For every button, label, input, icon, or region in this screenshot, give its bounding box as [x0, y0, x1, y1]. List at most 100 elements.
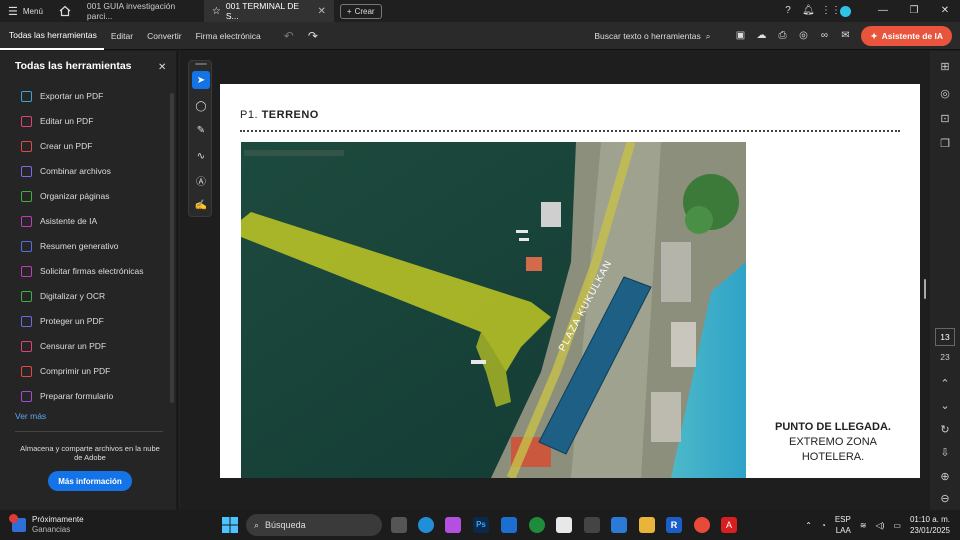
app2-icon[interactable] — [584, 517, 600, 533]
chevron-up-icon[interactable]: ⌃ — [805, 521, 812, 530]
taskbar-search[interactable]: ⌕ Búsqueda — [246, 514, 382, 536]
zoom-in-icon[interactable]: ⊕ — [939, 471, 951, 483]
clock[interactable]: 01:10 a. m. 23/01/2025 — [910, 514, 950, 536]
text-tool-icon[interactable]: Ⓐ — [192, 171, 210, 189]
close-tab-icon[interactable]: ✕ — [318, 6, 326, 17]
language-indicator[interactable]: ESP LAA — [835, 514, 851, 536]
app-icon[interactable] — [501, 517, 517, 533]
add-comment-icon[interactable]: ⊞ — [939, 61, 951, 73]
tab-all-tools[interactable]: Todas las herramientas — [0, 22, 104, 50]
tab-edit[interactable]: Editar — [104, 22, 140, 50]
acrobat-icon[interactable]: A — [721, 517, 737, 533]
new-tab-button[interactable]: + Crear — [339, 3, 382, 19]
tool-item[interactable]: Combinar archivos — [21, 164, 111, 178]
tool-item[interactable]: Resumen generativo — [21, 239, 118, 253]
tool-icon — [21, 90, 32, 102]
network-status-icon[interactable]: ◔ — [821, 521, 826, 530]
tab-guia[interactable]: 001 GUIA investigación parci... — [79, 0, 204, 22]
search-tools[interactable]: Buscar texto o herramientas ⌕ — [594, 31, 710, 42]
pen-tool-icon[interactable]: ✎ — [192, 121, 210, 139]
store-icon[interactable] — [556, 517, 572, 533]
zoom-out-icon[interactable]: ⊖ — [939, 493, 951, 505]
tool-item[interactable]: Organizar páginas — [21, 189, 109, 203]
upload-cloud-icon[interactable]: ☁ — [756, 31, 766, 41]
tool-item[interactable]: Asistente de IA — [21, 214, 97, 228]
chrome-icon[interactable] — [694, 517, 710, 533]
widget-subtitle: Ganancias — [32, 525, 71, 534]
print-icon[interactable]: ⎙ — [777, 31, 787, 41]
app3-icon[interactable] — [611, 517, 627, 533]
tab-esign[interactable]: Firma electrónica — [189, 22, 268, 50]
panel-scrollbar[interactable] — [170, 93, 174, 403]
comment-tool-icon[interactable]: ◯ — [192, 97, 210, 115]
widgets-button[interactable]: Próximamente Ganancias — [9, 514, 84, 535]
pages-icon[interactable]: ❐ — [939, 138, 951, 150]
close-panel-icon[interactable]: ✕ — [158, 62, 166, 73]
tool-item[interactable]: Editar un PDF — [21, 114, 93, 128]
account-avatar[interactable] — [840, 5, 851, 17]
tool-icon — [21, 215, 32, 227]
edge-icon[interactable] — [418, 517, 434, 533]
volume-icon[interactable]: ◁) — [876, 521, 885, 530]
maximize-icon[interactable]: ❐ — [909, 6, 919, 16]
wifi-icon[interactable]: ≋ — [860, 521, 867, 530]
bookmark-icon[interactable]: ⊡ — [939, 113, 951, 125]
tool-item[interactable]: Proteger un PDF — [21, 314, 104, 328]
undo-icon[interactable]: ↶ — [284, 29, 294, 43]
total-pages: 23 — [940, 352, 950, 362]
chevron-up-icon[interactable]: ⌃ — [939, 378, 951, 390]
home-tab[interactable] — [51, 0, 79, 22]
sign-tool-icon[interactable]: ✍ — [192, 196, 210, 214]
tool-item[interactable]: Exportar un PDF — [21, 89, 103, 103]
select-tool-icon[interactable]: ➤ — [192, 71, 210, 89]
redo-icon[interactable]: ↷ — [308, 29, 318, 43]
share-person-icon[interactable]: ◎ — [798, 31, 808, 41]
minimize-icon[interactable]: — — [878, 6, 888, 16]
doc-scrollbar[interactable] — [924, 279, 926, 299]
save-icon[interactable]: ▣ — [735, 31, 745, 41]
drag-handle[interactable] — [195, 63, 207, 65]
chevron-down-icon[interactable]: ⌄ — [939, 400, 951, 412]
bell-icon[interactable]: 🔔︎ — [802, 6, 815, 16]
tab-convert[interactable]: Convertir — [140, 22, 188, 50]
tool-item-label: Comprimir un PDF — [40, 366, 111, 376]
close-window-icon[interactable]: ✕ — [940, 6, 950, 16]
more-info-button[interactable]: Más información — [48, 471, 132, 491]
tool-icon — [21, 365, 32, 377]
windows-start-icon[interactable] — [222, 517, 238, 533]
widget-title: Próximamente — [32, 515, 84, 524]
battery-icon[interactable]: ▭ — [893, 521, 901, 530]
task-view-icon[interactable] — [391, 517, 407, 533]
menu-label: Menú — [22, 6, 43, 16]
tool-item[interactable]: Crear un PDF — [21, 139, 92, 153]
help-icon[interactable]: ? — [783, 6, 793, 16]
rotate-icon[interactable]: ↻ — [939, 424, 951, 436]
mail-icon[interactable]: ✉ — [840, 31, 850, 41]
tool-icon — [21, 340, 32, 352]
clock-time: 01:10 a. m. — [909, 515, 950, 524]
ai-assistant-button[interactable]: ✦ Asistente de IA — [861, 26, 952, 46]
revit-icon[interactable]: R — [666, 517, 682, 533]
tab-terminal[interactable]: ☆ 001 TERMINAL DE S... ✕ — [203, 0, 334, 22]
apps-grid-icon[interactable]: ⋮⋮ — [821, 6, 841, 16]
tool-icon — [21, 190, 32, 202]
tool-item[interactable]: Digitalizar y OCR — [21, 289, 105, 303]
tool-item[interactable]: Comprimir un PDF — [21, 364, 110, 378]
file-explorer-icon[interactable] — [639, 517, 655, 533]
tool-icon — [21, 390, 32, 402]
ai-chat-icon[interactable]: ◎ — [939, 88, 951, 100]
tool-item-label: Combinar archivos — [40, 166, 111, 176]
copilot-icon[interactable] — [445, 517, 461, 533]
tool-item[interactable]: Censurar un PDF — [21, 339, 106, 353]
xbox-icon[interactable] — [529, 517, 545, 533]
tool-item[interactable]: Solicitar firmas electrónicas — [21, 264, 143, 278]
star-icon[interactable]: ☆ — [212, 6, 221, 17]
extract-page-icon[interactable]: ⇩ — [939, 447, 951, 459]
link-icon[interactable]: ∞ — [819, 31, 829, 41]
menu-button[interactable]: ☰ Menú — [0, 0, 51, 22]
current-page-box[interactable]: 13 — [935, 328, 955, 346]
lasso-tool-icon[interactable]: ∿ — [192, 147, 210, 165]
tool-item[interactable]: Preparar formulario — [21, 389, 113, 403]
photoshop-icon[interactable]: Ps — [473, 517, 489, 533]
see-more-link[interactable]: Ver más — [15, 411, 46, 421]
